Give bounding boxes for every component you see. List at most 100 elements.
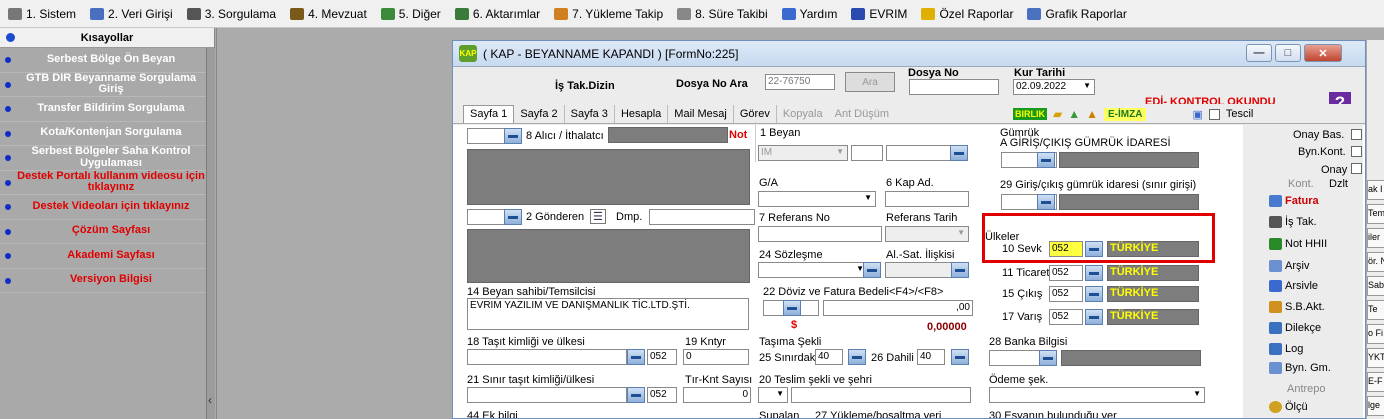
gumruk-lookup-button[interactable]: [1037, 152, 1055, 168]
sidebar-item-3[interactable]: Transfer Bildirim Sorgulama: [0, 97, 214, 122]
menu-item-3[interactable]: 3. Sorgulama: [179, 0, 282, 28]
referans-tarih-input[interactable]: ▼: [885, 226, 969, 242]
close-button[interactable]: ✕: [1304, 44, 1342, 62]
sb-akt-button[interactable]: S.B.Akt.: [1269, 301, 1325, 313]
sidebar-item-7[interactable]: Destek Videoları için tıklayınız: [0, 195, 214, 220]
tasit-lookup-button[interactable]: [627, 349, 645, 365]
gonderen-lookup-button[interactable]: [504, 209, 522, 225]
onay-checkbox[interactable]: [1351, 163, 1362, 174]
teslim-select[interactable]: ▼: [758, 387, 788, 403]
beyan-select[interactable]: IM ▼: [758, 145, 848, 161]
tab-8[interactable]: Ant Düşüm: [829, 105, 895, 123]
teslim-city-input[interactable]: [791, 387, 971, 403]
tab-7[interactable]: Kopyala: [777, 105, 829, 123]
olcu-button[interactable]: Ölçü: [1269, 401, 1308, 413]
sidebar-item-6[interactable]: Destek Portalı kullanım videosu için tık…: [0, 171, 214, 195]
alici-code-input[interactable]: [467, 128, 507, 144]
e-imza-button[interactable]: E-İMZA: [1104, 107, 1147, 121]
varis-lookup-button[interactable]: [1085, 309, 1103, 325]
menu-item-10[interactable]: EVRIM: [843, 0, 913, 28]
sinirdaki-input[interactable]: 40: [815, 349, 843, 365]
sidebar-item-5[interactable]: Serbest Bölgeler Saha Kontrol Uygulaması: [0, 146, 214, 171]
tab-6[interactable]: Görev: [734, 104, 777, 123]
odeme-select[interactable]: ▼: [989, 387, 1205, 403]
sidebar-item-4[interactable]: Kota/Kontenjan Sorgulama: [0, 122, 214, 146]
byn-gm-button[interactable]: Byn. Gm.: [1269, 362, 1331, 374]
sidebar-item-10[interactable]: Versiyon Bilgisi: [0, 269, 214, 293]
maximize-button[interactable]: □: [1275, 44, 1301, 62]
arsiv-button[interactable]: Arşiv: [1269, 260, 1309, 272]
byn-kont-checkbox[interactable]: [1351, 146, 1362, 157]
menu-item-6[interactable]: 6. Aktarımlar: [447, 0, 546, 28]
document-icon[interactable]: ▣: [1192, 108, 1202, 121]
is-tak-button[interactable]: İş Tak.: [1269, 216, 1317, 228]
ga-select[interactable]: ▼: [758, 191, 876, 207]
menu-item-1[interactable]: 1. Sistem: [0, 0, 82, 28]
collapse-chevron-icon[interactable]: ‹: [208, 393, 212, 407]
dilekce-button[interactable]: Dilekçe: [1269, 322, 1321, 334]
export-icon[interactable]: ▲: [1086, 107, 1098, 121]
tab-2[interactable]: Sayfa 2: [514, 104, 565, 123]
varis-code-input[interactable]: 052: [1049, 309, 1083, 325]
cikis-code-input[interactable]: 052: [1049, 286, 1083, 302]
dahili-lookup-button[interactable]: [951, 349, 969, 365]
menu-item-4[interactable]: 4. Mevzuat: [282, 0, 373, 28]
ticaret-lookup-button[interactable]: [1085, 265, 1103, 281]
doviz-amount-input[interactable]: ,00: [823, 300, 973, 316]
sinir-tasit-lookup-button[interactable]: [627, 387, 645, 403]
is-tak-dizin-link[interactable]: İş Tak.Dizin: [555, 80, 615, 92]
alici-lookup-button[interactable]: [504, 128, 522, 144]
tab-1[interactable]: Sayfa 1: [463, 104, 515, 123]
beyan-sahibi-input[interactable]: EVRIM YAZILIM VE DANIŞMANLIK TİC.LTD.ŞTİ…: [467, 298, 749, 330]
fatura-button[interactable]: Fatura: [1269, 195, 1319, 207]
list-icon[interactable]: ☰: [590, 209, 606, 224]
menu-item-2[interactable]: 2. Veri Girişi: [82, 0, 179, 28]
dosya-no-input[interactable]: [909, 79, 999, 95]
menu-item-5[interactable]: 5. Diğer: [373, 0, 447, 28]
dmp-input[interactable]: [649, 209, 755, 225]
sozlesme-select[interactable]: ▼: [758, 262, 868, 278]
minimize-button[interactable]: —: [1246, 44, 1272, 62]
tab-5[interactable]: Mail Mesaj: [668, 104, 734, 123]
sidebar-scroll-strip[interactable]: ‹: [206, 48, 215, 419]
folder-icon[interactable]: ▰: [1053, 107, 1062, 121]
sidebar-item-1[interactable]: Serbest Bölge Ön Beyan: [0, 48, 214, 73]
sinir-tasit-input[interactable]: [467, 387, 627, 403]
kap-ad-input[interactable]: [885, 191, 969, 207]
kur-tarihi-input[interactable]: 02.09.2022 ▼: [1013, 79, 1095, 95]
doviz-lookup-button[interactable]: [783, 300, 801, 316]
onay-bas-checkbox[interactable]: [1351, 129, 1362, 140]
log-button[interactable]: Log: [1269, 343, 1303, 355]
beyan-lookup-button[interactable]: [950, 145, 968, 161]
banka-lookup-button[interactable]: [1039, 350, 1057, 366]
menu-item-9[interactable]: Yardım: [774, 0, 844, 28]
ticaret-code-input[interactable]: 052: [1049, 265, 1083, 281]
menu-item-8[interactable]: 8. Süre Takibi: [669, 0, 774, 28]
giris-cikis-lookup-button[interactable]: [1037, 194, 1055, 210]
arsivle-button[interactable]: Arsivle: [1269, 280, 1318, 292]
sidebar-item-9[interactable]: Akademi Sayfası: [0, 244, 214, 269]
gonderen-code-input[interactable]: [467, 209, 507, 225]
tir-input[interactable]: 0: [683, 387, 751, 403]
tab-3[interactable]: Sayfa 3: [565, 104, 615, 123]
antrepo-label[interactable]: Antrepo: [1287, 383, 1326, 395]
ara-button[interactable]: Ara: [845, 72, 895, 92]
not-hhii-button[interactable]: Not HHII: [1269, 238, 1327, 250]
window-titlebar[interactable]: KAP ( KAP - BEYANNAME KAPANDI ) [FormNo:…: [453, 41, 1365, 67]
birlik-button[interactable]: BIRLIK: [1013, 108, 1047, 120]
upload-icon[interactable]: ▲: [1068, 107, 1080, 121]
sinirdaki-lookup-button[interactable]: [848, 349, 866, 365]
tasit-input[interactable]: [467, 349, 627, 365]
menu-item-11[interactable]: Özel Raporlar: [913, 0, 1019, 28]
beyan-code-input[interactable]: [851, 145, 883, 161]
referans-no-input[interactable]: [758, 226, 882, 242]
dosya-no-search-input[interactable]: 22-76750: [765, 74, 835, 90]
cikis-lookup-button[interactable]: [1085, 286, 1103, 302]
menu-item-7[interactable]: 7. Yükleme Takip: [546, 0, 669, 28]
tab-4[interactable]: Hesapla: [615, 104, 669, 123]
tescil-checkbox[interactable]: [1208, 108, 1220, 120]
tasit-code-input[interactable]: 052: [647, 349, 677, 365]
sozlesme-lookup-button[interactable]: [863, 262, 881, 278]
sidebar-item-2[interactable]: GTB DIR Beyanname Sorgulama Giriş: [0, 73, 214, 97]
al-sat-lookup-button[interactable]: [951, 262, 969, 278]
